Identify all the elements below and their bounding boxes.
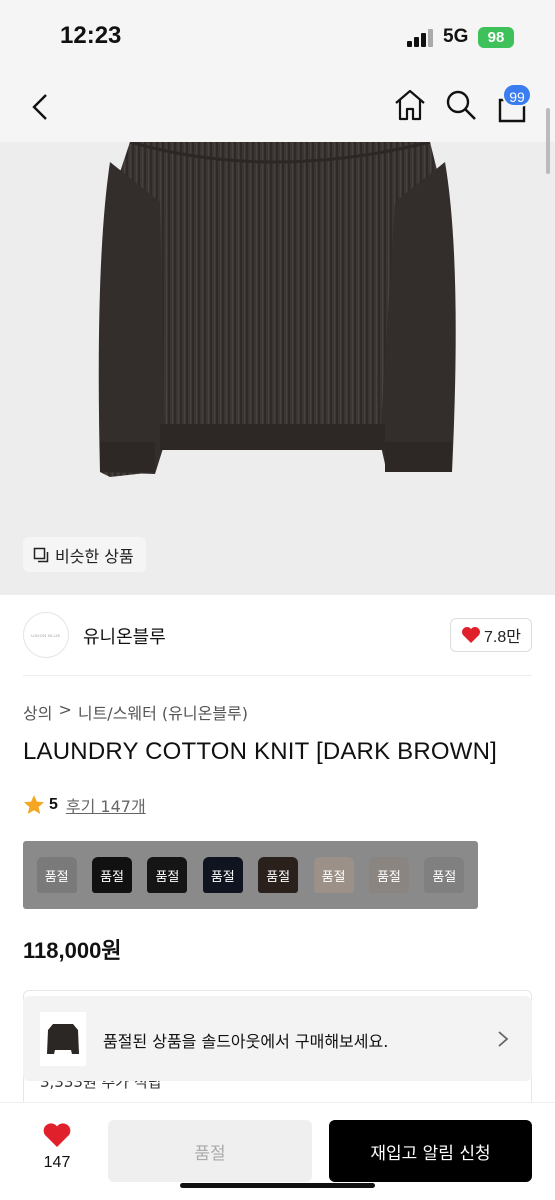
color-option[interactable]: 품절 (256, 847, 300, 903)
copy-icon (33, 547, 49, 562)
product-price: 118,000원 (23, 938, 122, 963)
sweater-thumbnail-image (47, 1024, 79, 1054)
soldout-label: 품절 (432, 869, 457, 885)
chevron-right-icon (498, 1031, 509, 1047)
similar-products-label: 비슷한 상품 (55, 546, 134, 566)
soldout-label: 품절 (321, 869, 346, 885)
color-option[interactable]: 품절 (35, 847, 79, 903)
wishlist-count: 147 (43, 1154, 71, 1171)
product-image[interactable] (0, 142, 555, 595)
brand-name[interactable]: 유니온블루 (83, 623, 166, 649)
review-count-link[interactable]: 후기 147개 (66, 793, 146, 817)
similar-products-button[interactable]: 비슷한 상품 (23, 537, 146, 572)
soldout-label: 품절 (210, 869, 235, 885)
soldout-label: 품절 (266, 869, 291, 885)
brand-like-count: 7.8만 (484, 629, 521, 646)
soldout-label: 품절 (44, 869, 69, 885)
banner-thumbnail (40, 1012, 86, 1066)
battery-icon: 98 (478, 27, 514, 48)
top-nav: 99 (0, 72, 555, 142)
soldout-button[interactable]: 품절 (108, 1120, 312, 1182)
page-scrollbar[interactable] (546, 108, 550, 174)
color-option[interactable]: 품절 (145, 847, 189, 903)
network-type: 5G (443, 26, 469, 47)
sweater-image (98, 142, 456, 477)
soldout-banner[interactable]: 품절된 상품을 솔드아웃에서 구매해보세요. (23, 996, 532, 1081)
soldout-banner-text: 품절된 상품을 솔드아웃에서 구매해보세요. (103, 1032, 389, 1051)
back-arrow-icon[interactable] (28, 92, 52, 122)
color-option[interactable]: 품절 (422, 847, 466, 903)
color-option[interactable]: 품절 (201, 847, 245, 903)
rating-row: 5 후기 147개 (23, 793, 146, 817)
soldout-label: 품절 (155, 869, 180, 885)
status-time: 12:23 (60, 22, 122, 49)
color-option[interactable]: 품절 (367, 847, 411, 903)
cart-count-badge: 99 (502, 83, 532, 107)
home-indicator (180, 1183, 375, 1188)
wishlist-button[interactable]: 147 (30, 1122, 84, 1172)
restock-alert-button[interactable]: 재입고 알림 신청 (329, 1120, 532, 1182)
divider (23, 675, 532, 676)
color-option[interactable]: 품절 (312, 847, 356, 903)
home-icon[interactable] (393, 88, 427, 122)
product-title: LAUNDRY COTTON KNIT [DARK BROWN] (23, 738, 498, 765)
breadcrumb-category[interactable]: 상의 (23, 700, 52, 724)
soldout-label: 품절 (376, 869, 401, 885)
brand-logo-text: UNION BLUE (31, 633, 61, 638)
rating-score: 5 (49, 796, 58, 813)
battery-level: 98 (487, 29, 505, 46)
color-options: 품절 품절 품절 품절 품절 품절 품절 품절 (23, 841, 478, 909)
soldout-label: 품절 (100, 869, 125, 885)
heart-icon (462, 627, 481, 643)
breadcrumb-separator: > (58, 700, 72, 719)
brand-like-button[interactable]: 7.8만 (450, 618, 532, 652)
breadcrumb: 상의 > 니트/스웨터 (유니온블루) (23, 700, 248, 724)
search-icon[interactable] (444, 88, 478, 122)
color-option[interactable]: 품절 (90, 847, 134, 903)
star-icon (24, 795, 44, 814)
status-bar: 12:23 5G 98 (0, 0, 555, 72)
heart-icon (43, 1123, 71, 1147)
breadcrumb-subcategory[interactable]: 니트/스웨터 (유니온블루) (78, 700, 248, 724)
brand-logo[interactable]: UNION BLUE (23, 612, 69, 658)
signal-icon (407, 29, 435, 47)
